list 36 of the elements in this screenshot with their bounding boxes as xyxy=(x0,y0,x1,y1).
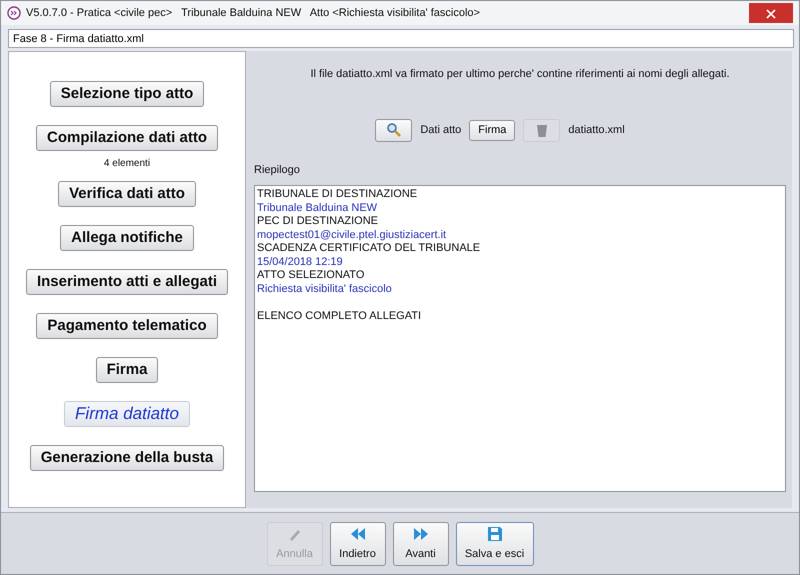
view-label: Dati atto xyxy=(420,122,462,138)
summary-value: Tribunale Balduina NEW xyxy=(257,202,378,215)
summary-value: mopectest01@civile.ptel.giustiziacert.it xyxy=(257,228,446,242)
file-name: datiatto.xml xyxy=(568,122,625,138)
step-button[interactable]: Pagamento telematico xyxy=(36,313,218,339)
view-button[interactable] xyxy=(375,118,412,142)
step-button[interactable]: Generazione della busta xyxy=(30,445,224,471)
info-message: Il file datiatto.xml va firmato per ultimo perche' contine riferimenti ai nomi degli allegati. xyxy=(309,67,731,82)
summary-heading: ATTO SELEZIONATO xyxy=(257,269,364,282)
step-button[interactable]: Compilazione dati atto xyxy=(36,125,218,151)
summary-heading: SCADENZA CERTIFICATO DEL TRIBUNALE xyxy=(257,242,480,256)
close-button[interactable] xyxy=(749,3,793,23)
step-button[interactable]: Firma datiatto xyxy=(64,401,190,427)
step-button[interactable]: Firma xyxy=(96,357,158,383)
step-note: 4 elementi xyxy=(104,157,150,171)
close-icon xyxy=(766,9,776,20)
save-button[interactable]: Salva e esci xyxy=(456,522,534,566)
search-icon xyxy=(386,122,402,138)
summary-heading: ELENCO COMPLETO ALLEGATI xyxy=(257,310,422,323)
summary-title: Riepilogo xyxy=(254,162,301,178)
step-button[interactable]: Allega notifiche xyxy=(60,225,194,251)
window-title: V5.0.7.0 - Pratica <civile pec> Tribunale Balduina NEW Atto <Richiesta visibilita' fascicolo> xyxy=(26,6,480,21)
sign-button[interactable]: Firma xyxy=(469,120,516,140)
back-button[interactable]: Indietro xyxy=(330,522,386,566)
summary-heading: PEC DI DESTINAZIONE xyxy=(257,215,378,228)
step-button[interactable]: Selezione tipo atto xyxy=(50,81,204,107)
summary-value: Richiesta visibilita' fascicolo xyxy=(257,282,392,296)
step-button[interactable]: Verifica dati atto xyxy=(58,181,196,207)
step-button[interactable]: Inserimento atti e allegati xyxy=(26,269,228,295)
trash-icon xyxy=(536,122,548,137)
forward-button[interactable]: Avanti xyxy=(392,522,448,566)
summary-heading: TRIBUNALE DI DESTINAZIONE xyxy=(257,188,418,202)
app-icon xyxy=(7,6,21,20)
summary-value: 15/04/2018 12:19 xyxy=(257,256,343,269)
phase-field[interactable]: Fase 8 - Firma datiatto.xml xyxy=(8,29,794,48)
save-icon xyxy=(486,524,504,543)
